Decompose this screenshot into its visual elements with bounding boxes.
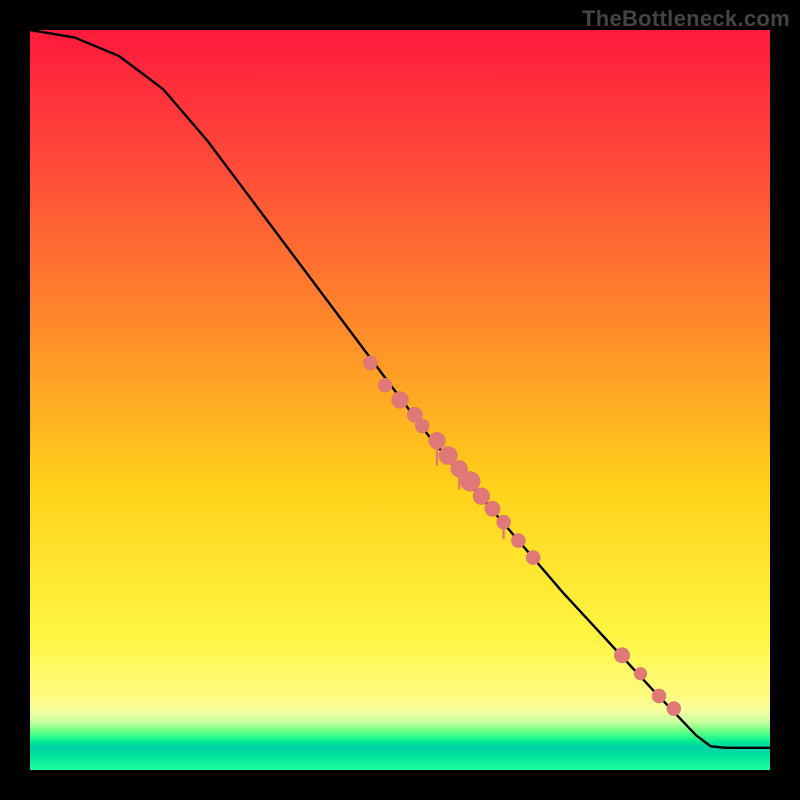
data-point <box>378 378 392 392</box>
chart-overlay <box>30 30 770 770</box>
data-points <box>363 356 681 716</box>
data-point <box>667 701 681 715</box>
data-point <box>634 667 647 680</box>
watermark-text: TheBottleneck.com <box>582 6 790 32</box>
data-point <box>652 689 666 703</box>
data-point <box>363 356 377 370</box>
data-point <box>415 419 429 433</box>
data-point <box>614 647 630 663</box>
data-point <box>473 488 490 505</box>
data-point <box>526 550 540 564</box>
data-point <box>496 515 510 529</box>
data-point <box>391 391 408 408</box>
data-point <box>428 432 445 449</box>
plot-area <box>30 30 770 770</box>
main-curve <box>30 30 770 748</box>
data-point <box>485 501 501 517</box>
chart-stage: TheBottleneck.com <box>0 0 800 800</box>
data-point <box>511 533 525 547</box>
